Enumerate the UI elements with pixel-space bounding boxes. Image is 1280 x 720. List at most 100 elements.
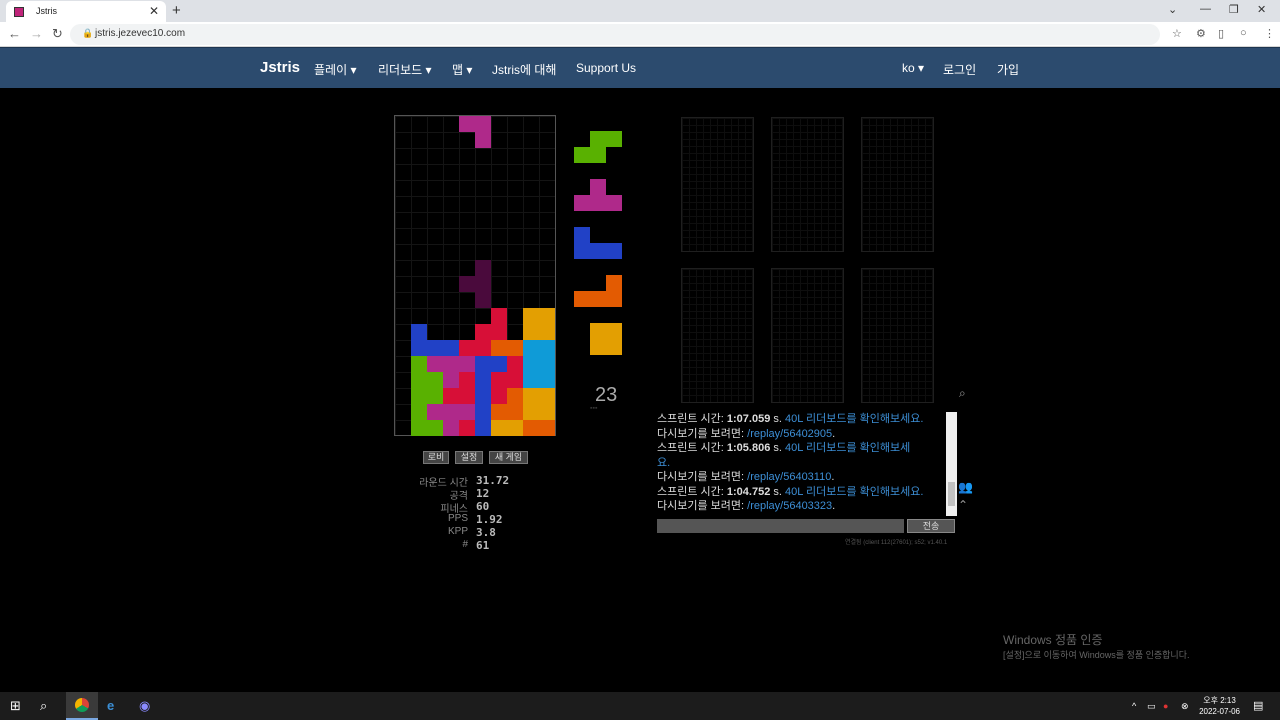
replay-link[interactable]: /replay/56402905	[747, 428, 832, 440]
board-cell	[459, 420, 475, 436]
windows-start-icon[interactable]: ⊞	[10, 698, 21, 714]
nav-maps[interactable]: 맵 ▾	[452, 61, 472, 78]
chat-input[interactable]	[657, 519, 904, 533]
board-cell	[491, 356, 507, 372]
queue-cell	[606, 275, 622, 291]
board-cell	[411, 324, 427, 340]
board-cell	[411, 404, 427, 420]
board-cell	[491, 404, 507, 420]
jstris-favicon-icon	[14, 7, 24, 17]
tab-search-icon[interactable]: ⌄	[1168, 3, 1177, 16]
board-cell	[475, 388, 491, 404]
board-cell	[539, 308, 555, 324]
notification-icon[interactable]: ▤	[1253, 699, 1263, 712]
chat-scrollbar[interactable]	[946, 412, 957, 516]
side-panel-icon[interactable]: ▯	[1218, 27, 1224, 40]
board-cell	[507, 340, 523, 356]
game-board[interactable]	[394, 115, 556, 436]
signup-link[interactable]: 가입	[997, 61, 1019, 78]
board-cell	[475, 420, 491, 436]
tray-chevron-icon[interactable]: ^	[1132, 701, 1136, 711]
opponent-board	[771, 268, 844, 403]
replay-link[interactable]: /replay/56403110	[747, 471, 831, 483]
queue-cell	[590, 195, 606, 211]
reload-icon[interactable]: ↻	[52, 26, 63, 42]
board-cell	[459, 276, 475, 292]
chrome-taskbar-button[interactable]	[66, 692, 98, 720]
profile-icon[interactable]: ○	[1240, 27, 1247, 39]
language-dropdown[interactable]: ko ▾	[902, 61, 924, 75]
board-cell	[443, 388, 459, 404]
nav-about[interactable]: Jstris에 대해	[492, 61, 556, 78]
queue-cell	[590, 323, 606, 339]
new-game-button[interactable]: 새 게임	[489, 451, 528, 464]
site-navbar: Jstris 플레이 ▾ 리더보드 ▾ 맵 ▾ Jstris에 대해 Suppo…	[0, 47, 1280, 88]
board-cell	[411, 420, 427, 436]
login-link[interactable]: 로그인	[943, 61, 976, 78]
new-tab-icon[interactable]: +	[172, 2, 181, 19]
back-icon[interactable]: ←	[8, 26, 21, 41]
chat-line: 다시보기를 보려면: /replay/56403323.	[657, 500, 836, 512]
queue-cell	[606, 323, 622, 339]
board-cell	[491, 324, 507, 340]
queue-cell	[574, 195, 590, 211]
board-cell	[427, 372, 443, 388]
restore-icon[interactable]: ❐	[1229, 3, 1239, 16]
network-icon[interactable]: ▭	[1147, 701, 1156, 712]
leaderboard-link[interactable]: 40L 리더보드를 확인해보세요.	[785, 486, 923, 498]
board-cell	[475, 372, 491, 388]
app-icon[interactable]: ◉	[139, 698, 150, 714]
board-cell	[491, 388, 507, 404]
queue-cell	[574, 147, 590, 163]
board-cell	[523, 420, 539, 436]
board-cell	[491, 372, 507, 388]
replay-link[interactable]: /replay/56403323	[747, 500, 832, 512]
star-icon[interactable]: ☆	[1172, 27, 1182, 40]
browser-tab[interactable]: Jstris ✕	[6, 1, 166, 22]
search-icon[interactable]: ⌕	[40, 698, 47, 714]
opponent-board	[771, 117, 844, 252]
lobby-button[interactable]: 로비	[423, 451, 449, 464]
omnibox[interactable]: 🔒 jstris.jezevec10.com	[70, 24, 1160, 45]
opponent-board	[681, 117, 754, 252]
board-cell	[523, 404, 539, 420]
chat-log[interactable]: 스프린트 시간: 1:07.059 s. 40L 리더보드를 확인해보세요. 다…	[657, 412, 957, 516]
board-cell	[507, 388, 523, 404]
board-cell	[443, 340, 459, 356]
board-cell	[459, 404, 475, 420]
close-window-icon[interactable]: ✕	[1257, 3, 1266, 16]
stat-row: PPS 1.92	[447, 513, 503, 526]
brand-logo[interactable]: Jstris	[260, 59, 300, 76]
activation-watermark-text: [설정]으로 이동하여 Windows를 정품 인증합니다.	[1003, 650, 1190, 660]
queue-cell	[590, 339, 606, 355]
volume-icon[interactable]: ⊗	[1181, 701, 1189, 712]
taskbar-clock[interactable]: 오후 2:13 2022-07-06	[1199, 695, 1240, 717]
send-button[interactable]: 전송	[907, 519, 955, 533]
chevron-up-icon[interactable]: ⌃	[958, 498, 968, 512]
queue-cell	[574, 243, 590, 259]
edge-icon[interactable]: e	[107, 698, 114, 713]
nav-leaderboard[interactable]: 리더보드 ▾	[378, 61, 432, 78]
address-bar-row: ← → ↻ 🔒 jstris.jezevec10.com ☆ ⚙ ▯ ○ ⋮	[0, 22, 1280, 47]
leaderboard-link[interactable]: 40L 리더보드를 확인해보세요.	[785, 413, 923, 425]
board-cell	[539, 404, 555, 420]
extensions-icon[interactable]: ⚙	[1196, 27, 1206, 40]
leaderboard-link[interactable]: 요.	[657, 457, 670, 469]
alert-icon[interactable]: ●	[1163, 701, 1168, 711]
chat-line: 스프린트 시간: 1:04.752 s. 40L 리더보드를 확인해보세요.	[657, 485, 924, 498]
search-icon[interactable]: ⌕	[959, 386, 966, 401]
leaderboard-link[interactable]: 40L 리더보드를 확인해보세	[785, 442, 910, 454]
forward-icon[interactable]: →	[30, 26, 43, 41]
nav-support[interactable]: Support Us	[576, 61, 636, 75]
nav-play[interactable]: 플레이 ▾	[314, 61, 356, 78]
queue-cell	[606, 291, 622, 307]
close-tab-icon[interactable]: ✕	[149, 4, 159, 18]
settings-button[interactable]: 설정	[455, 451, 483, 464]
menu-icon[interactable]: ⋮	[1264, 27, 1275, 40]
board-cell	[475, 132, 491, 148]
minimize-icon[interactable]: —	[1200, 3, 1211, 15]
board-cell	[539, 356, 555, 372]
opponent-board	[861, 268, 934, 403]
users-icon[interactable]: 👥	[958, 480, 973, 494]
chat-line: 스프린트 시간: 1:05.806 s. 40L 리더보드를 확인해보세	[657, 442, 911, 454]
